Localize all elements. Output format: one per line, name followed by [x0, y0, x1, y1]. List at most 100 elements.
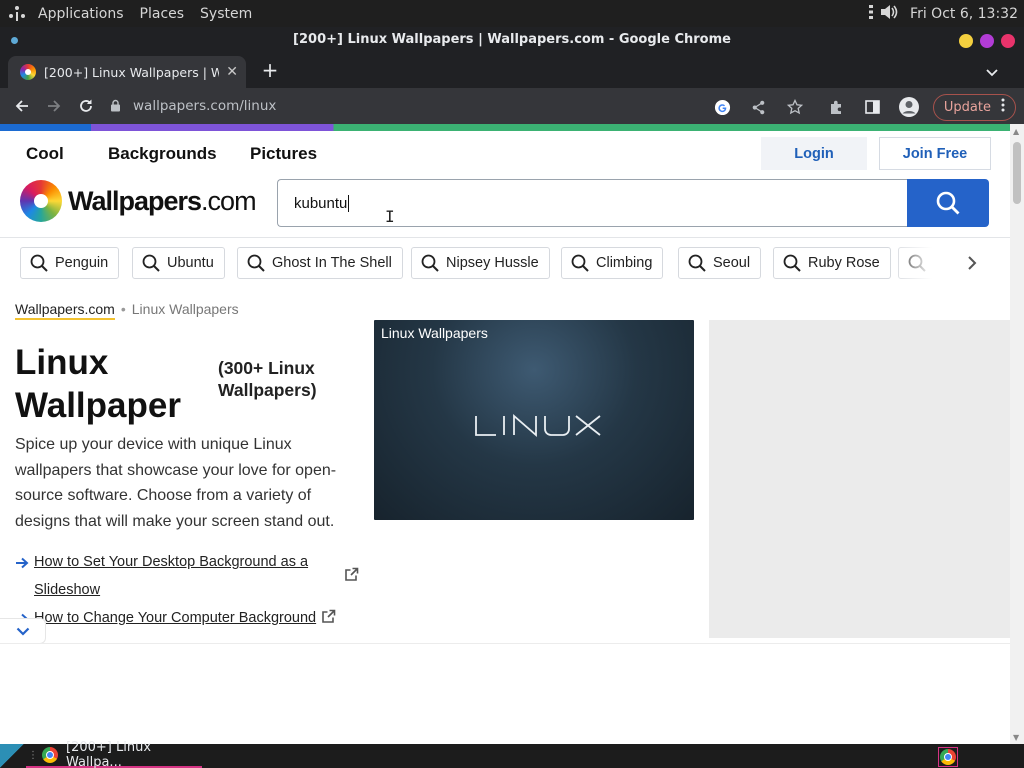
window-controls: [959, 34, 1015, 48]
new-tab-button[interactable]: +: [258, 59, 282, 83]
tag-chip-nipsey-hussle[interactable]: Nipsey Hussle: [411, 247, 550, 279]
url-text[interactable]: wallpapers.com/linux: [133, 98, 276, 114]
panel-menu-icon[interactable]: [868, 4, 874, 24]
window-titlebar[interactable]: [200+] Linux Wallpapers | Wallpapers.com…: [0, 27, 1024, 54]
scrollbar-thumb[interactable]: [1013, 142, 1021, 204]
arrow-right-icon: [15, 548, 34, 604]
search-input[interactable]: kubuntu: [277, 179, 908, 227]
close-window-button[interactable]: [1001, 34, 1015, 48]
chrome-icon: [940, 749, 956, 765]
header-divider: [0, 237, 1010, 238]
chips-fade-overlay: [890, 247, 950, 279]
search-icon: [247, 254, 265, 272]
chevron-down-icon: [16, 627, 29, 636]
howto-link-slideshow[interactable]: How to Set Your Desktop Background as a …: [15, 548, 365, 604]
update-label: Update: [943, 99, 991, 115]
taskbar-window-chrome[interactable]: ⋮ [200+] Linux Wallpa...: [26, 740, 202, 768]
show-desktop-button[interactable]: [0, 744, 24, 768]
join-free-button[interactable]: Join Free: [879, 137, 991, 170]
color-wheel-logo-icon: [20, 180, 62, 222]
side-panel-icon[interactable]: [857, 91, 889, 123]
collapse-chevron-button[interactable]: [0, 618, 46, 644]
howto-link-text[interactable]: How to Set Your Desktop Background as a …: [34, 548, 326, 604]
chip-label: Climbing: [596, 255, 653, 271]
external-link-icon: [321, 609, 336, 632]
tab-close-icon[interactable]: ✕: [226, 64, 238, 80]
chip-label: Ubuntu: [167, 255, 214, 271]
tab-search-chevron-icon[interactable]: [986, 62, 998, 81]
search-icon: [421, 254, 439, 272]
favicon-icon: [20, 64, 36, 80]
tab-linux-wallpapers[interactable]: [200+] Linux Wallpapers | Wallpapers.com…: [8, 56, 246, 88]
breadcrumb-home-link[interactable]: Wallpapers.com: [15, 301, 115, 320]
nav-link-backgrounds[interactable]: Backgrounds: [108, 144, 217, 164]
volume-icon[interactable]: [880, 4, 898, 24]
bookmark-star-icon[interactable]: [779, 91, 811, 123]
chip-label: Nipsey Hussle: [446, 255, 539, 271]
search-icon: [783, 254, 801, 272]
text-caret: [348, 194, 350, 212]
places-menu[interactable]: Places: [132, 0, 193, 27]
top-panel: Applications Places System Fri Oct 6, 13…: [0, 0, 1024, 27]
back-button[interactable]: [6, 90, 38, 122]
forward-button[interactable]: [38, 90, 70, 122]
ad-placeholder: [709, 320, 1010, 638]
related-tags-row: Penguin Ubuntu Ghost In The Shell Nipsey…: [20, 247, 950, 279]
tag-chip-ruby-rose[interactable]: Ruby Rose: [773, 247, 891, 279]
page-scrollbar[interactable]: ▲ ▼: [1010, 124, 1024, 744]
profile-avatar-icon[interactable]: [893, 91, 925, 123]
tray-chrome-button[interactable]: [938, 747, 958, 767]
applications-menu[interactable]: Applications: [30, 0, 132, 27]
chips-next-chevron-icon[interactable]: [962, 252, 982, 274]
tag-chip-ghost-in-the-shell[interactable]: Ghost In The Shell: [237, 247, 403, 279]
howto-link-change-background[interactable]: How to Change Your Computer Background: [15, 604, 336, 632]
logo-wordmark: Wallpapers.com: [68, 185, 257, 217]
site-logo[interactable]: Wallpapers.com: [20, 180, 257, 222]
search-icon: [936, 191, 960, 215]
hero-wallpaper-image[interactable]: Linux Wallpapers: [374, 320, 694, 520]
breadcrumb-current: Linux Wallpapers: [131, 301, 239, 317]
distro-logo-icon[interactable]: [4, 0, 30, 27]
tab-strip: [200+] Linux Wallpapers | Wallpapers.com…: [0, 54, 1024, 88]
page-description: Spice up your device with unique Linux w…: [15, 436, 337, 530]
tag-chip-seoul[interactable]: Seoul: [678, 247, 762, 279]
address-bar[interactable]: wallpapers.com/linux: [110, 92, 730, 120]
external-link-icon: [344, 567, 359, 604]
system-menu[interactable]: System: [192, 0, 260, 27]
logo-brand: Wallpapers: [68, 185, 202, 216]
breadcrumb-separator: •: [120, 301, 126, 317]
content-divider: [0, 643, 1010, 644]
update-button[interactable]: Update: [932, 93, 1016, 121]
logo-tld: .com: [201, 185, 257, 216]
tag-chip-ubuntu[interactable]: Ubuntu: [132, 247, 225, 279]
page-viewport: Cool Backgrounds Pictures Login Join Fre…: [0, 131, 1010, 744]
page-title: Linux Wallpaper: [15, 343, 181, 425]
login-button[interactable]: Login: [761, 137, 867, 170]
tag-chip-penguin[interactable]: Penguin: [20, 247, 120, 279]
share-icon[interactable]: [743, 91, 775, 123]
nav-link-cool[interactable]: Cool: [26, 144, 64, 164]
taskbar-window-title: [200+] Linux Wallpa...: [66, 740, 152, 768]
reload-button[interactable]: [70, 90, 102, 122]
howto-link-text[interactable]: How to Change Your Computer Background: [34, 604, 316, 632]
chip-label: Ghost In The Shell: [272, 255, 392, 271]
search-button[interactable]: [907, 179, 989, 227]
clock[interactable]: Fri Oct 6, 13:32: [910, 6, 1018, 22]
chip-label: Penguin: [55, 255, 109, 271]
grip-handle-icon: ⋮: [28, 749, 38, 761]
nav-link-pictures[interactable]: Pictures: [250, 144, 317, 164]
linux-logo-text: [475, 414, 601, 437]
maximize-button[interactable]: [980, 34, 994, 48]
extensions-puzzle-icon[interactable]: [821, 91, 853, 123]
taskbar: ⋮ [200+] Linux Wallpa...: [0, 740, 1024, 768]
wallpaper-count: (300+ Linux Wallpapers): [218, 358, 317, 400]
google-lens-icon[interactable]: [707, 91, 739, 123]
tag-chip-climbing[interactable]: Climbing: [561, 247, 664, 279]
browser-toolbar: wallpapers.com/linux Update: [0, 88, 1024, 124]
minimize-button[interactable]: [959, 34, 973, 48]
scroll-up-arrow-icon[interactable]: ▲: [1013, 127, 1019, 136]
hero-caption: Linux Wallpapers: [381, 325, 488, 341]
chip-label: Ruby Rose: [808, 255, 880, 271]
scroll-down-arrow-icon[interactable]: ▼: [1013, 733, 1019, 742]
lock-icon[interactable]: [110, 97, 121, 116]
